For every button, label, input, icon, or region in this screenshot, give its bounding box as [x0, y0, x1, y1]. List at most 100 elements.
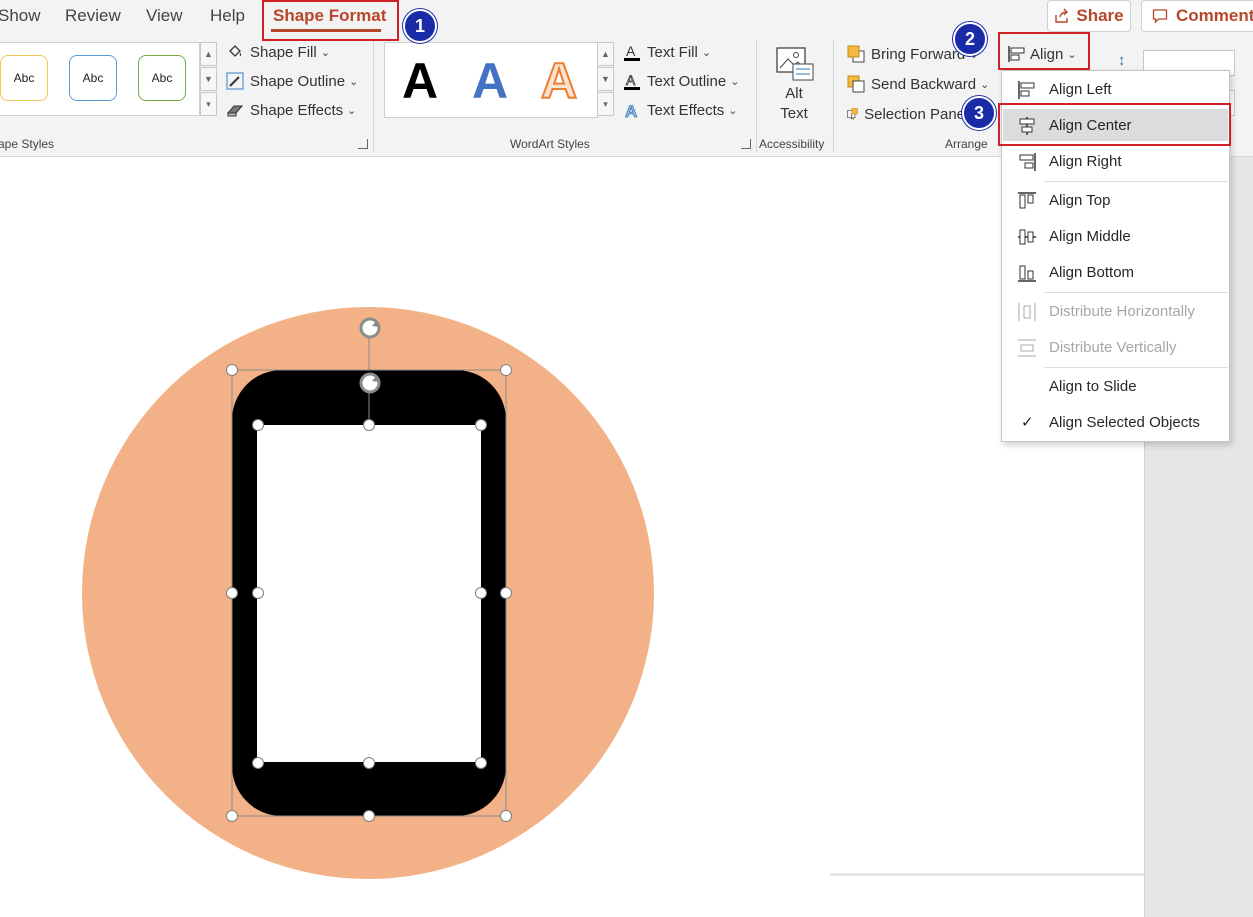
resize-handle-e[interactable]	[500, 587, 512, 599]
distribute-horizontally-icon	[1018, 303, 1036, 321]
shape-outline-label: Shape Outline	[250, 72, 346, 90]
menu-item-label: Align Selected Objects	[1049, 413, 1200, 431]
shape-styles-launcher-icon[interactable]	[358, 139, 368, 149]
shape-effects-label: Shape Effects	[250, 101, 344, 119]
inner-handle-s[interactable]	[363, 757, 375, 769]
group-separator	[756, 40, 757, 152]
menu-item-label: Align Middle	[1049, 227, 1131, 245]
selection-pane-label: Selection Pane	[864, 105, 965, 123]
share-button[interactable]: Share	[1047, 0, 1131, 32]
menu-item-align-top[interactable]: Align Top	[1003, 184, 1228, 216]
wordart-styles-launcher-icon[interactable]	[741, 139, 751, 149]
shape-style-swatch-2[interactable]: Abc	[69, 55, 117, 101]
tab-help[interactable]: Help	[210, 6, 245, 26]
menu-item-align-left[interactable]: Align Left	[1003, 73, 1228, 105]
resize-handle-w[interactable]	[226, 587, 238, 599]
menu-separator	[1044, 292, 1228, 293]
shape-outline-button[interactable]: Shape Outline ⌄	[226, 72, 358, 90]
align-top-icon	[1018, 192, 1036, 209]
eraser-cube-icon	[226, 105, 244, 117]
text-outline-button[interactable]: A Text Outline ⌄	[623, 72, 739, 90]
menu-item-label: Align Bottom	[1049, 263, 1135, 281]
svg-text:A: A	[626, 43, 636, 59]
resize-handle-ne[interactable]	[500, 364, 512, 376]
arrange-group-label: Arrange	[945, 137, 988, 151]
menu-item-align-right[interactable]: Align Right	[1003, 145, 1228, 177]
resize-handle-sw[interactable]	[226, 810, 238, 822]
resize-handle-nw[interactable]	[226, 364, 238, 376]
menu-item-distribute-horizontally: Distribute Horizontally	[1003, 295, 1228, 327]
menu-item-align-middle[interactable]: Align Middle	[1003, 220, 1228, 252]
menu-item-label: Distribute Horizontally	[1049, 302, 1195, 320]
inner-handle-e[interactable]	[475, 587, 487, 599]
wordart-scroll-up[interactable]: ▲	[597, 42, 614, 66]
align-middle-icon	[1018, 229, 1036, 245]
shape-style-swatch-1[interactable]: Abc	[0, 55, 48, 101]
comments-button[interactable]: Comments	[1141, 0, 1253, 32]
selection-pane-button[interactable]: Selection Pane	[847, 105, 965, 123]
inner-handle-se[interactable]	[475, 757, 487, 769]
inner-rotate-handle-icon[interactable]	[357, 370, 383, 396]
send-backward-button[interactable]: Send Backward ⌄	[847, 75, 989, 93]
resize-handle-s[interactable]	[363, 810, 375, 822]
shape-style-swatch-3[interactable]: Abc	[138, 55, 186, 101]
text-outline-a-icon: A	[624, 72, 640, 90]
bring-forward-label: Bring Forward	[871, 45, 966, 63]
menu-item-label: Align Right	[1049, 152, 1122, 170]
inner-handle-w[interactable]	[252, 587, 264, 599]
alt-text-button[interactable]: Alt Text	[770, 44, 818, 124]
text-effects-button[interactable]: A Text Effects ⌄	[623, 101, 738, 120]
gallery-more[interactable]: ▾	[200, 92, 217, 116]
text-fill-button[interactable]: A Text Fill ⌄	[623, 43, 711, 61]
shape-fill-label: Shape Fill	[250, 43, 317, 61]
menu-item-label: Distribute Vertically	[1049, 338, 1177, 356]
rotate-handle-icon[interactable]	[357, 315, 383, 341]
wordart-sample-blue[interactable]: A	[472, 52, 508, 110]
highlight-align-button	[998, 32, 1090, 70]
height-icon: ↕	[1118, 52, 1126, 69]
tab-review[interactable]: Review	[65, 6, 121, 26]
selection-pane-icon	[847, 108, 858, 120]
step-badge-3: 3	[962, 96, 996, 130]
text-fill-label: Text Fill	[647, 43, 698, 61]
menu-item-distribute-vertically: Distribute Vertically	[1003, 331, 1228, 363]
paint-bucket-icon	[229, 45, 241, 57]
inner-handle-sw[interactable]	[252, 757, 264, 769]
send-backward-label: Send Backward	[871, 75, 977, 93]
inner-handle-n[interactable]	[363, 419, 375, 431]
gallery-scroll-down[interactable]: ▼	[200, 67, 217, 91]
alt-text-label-line2: Text	[780, 105, 808, 122]
menu-separator	[1044, 367, 1228, 368]
alt-text-label-line1: Alt	[785, 85, 803, 102]
menu-item-label: Align Left	[1049, 80, 1112, 98]
text-outline-label: Text Outline	[647, 72, 727, 90]
shape-effects-button[interactable]: Shape Effects ⌄	[226, 101, 356, 119]
gallery-scroll-up[interactable]: ▲	[200, 42, 217, 66]
phone-screen-shape[interactable]	[257, 425, 481, 762]
align-bottom-icon	[1018, 265, 1036, 282]
inner-handle-nw[interactable]	[252, 419, 264, 431]
resize-handle-se[interactable]	[500, 810, 512, 822]
group-separator	[373, 40, 374, 152]
step-badge-2: 2	[953, 22, 987, 56]
wordart-more[interactable]: ▾	[597, 92, 614, 116]
tab-view[interactable]: View	[146, 6, 183, 26]
wordart-sample-black[interactable]: A	[402, 52, 438, 110]
menu-item-align-selected-objects[interactable]: ✓ Align Selected Objects	[1003, 406, 1228, 438]
wordart-scroll-down[interactable]: ▼	[597, 67, 614, 91]
picture-text-icon	[776, 47, 814, 81]
inner-handle-ne[interactable]	[475, 419, 487, 431]
bring-forward-icon	[847, 45, 865, 63]
shape-styles-group-label: ape Styles	[0, 137, 55, 151]
shape-fill-button[interactable]: Shape Fill ⌄	[226, 43, 330, 61]
text-effects-label: Text Effects	[647, 101, 725, 119]
tab-slide-show[interactable]: Show	[0, 6, 41, 26]
menu-item-align-bottom[interactable]: Align Bottom	[1003, 256, 1228, 288]
highlight-align-center	[998, 103, 1231, 146]
menu-item-align-to-slide[interactable]: Align to Slide	[1003, 370, 1228, 402]
wordart-sample-orange[interactable]: A	[540, 52, 578, 110]
share-icon	[1055, 8, 1069, 23]
text-effects-a-icon: A	[625, 102, 638, 119]
accessibility-group-label: Accessibility	[759, 137, 825, 151]
slide-canvas	[82, 307, 654, 879]
